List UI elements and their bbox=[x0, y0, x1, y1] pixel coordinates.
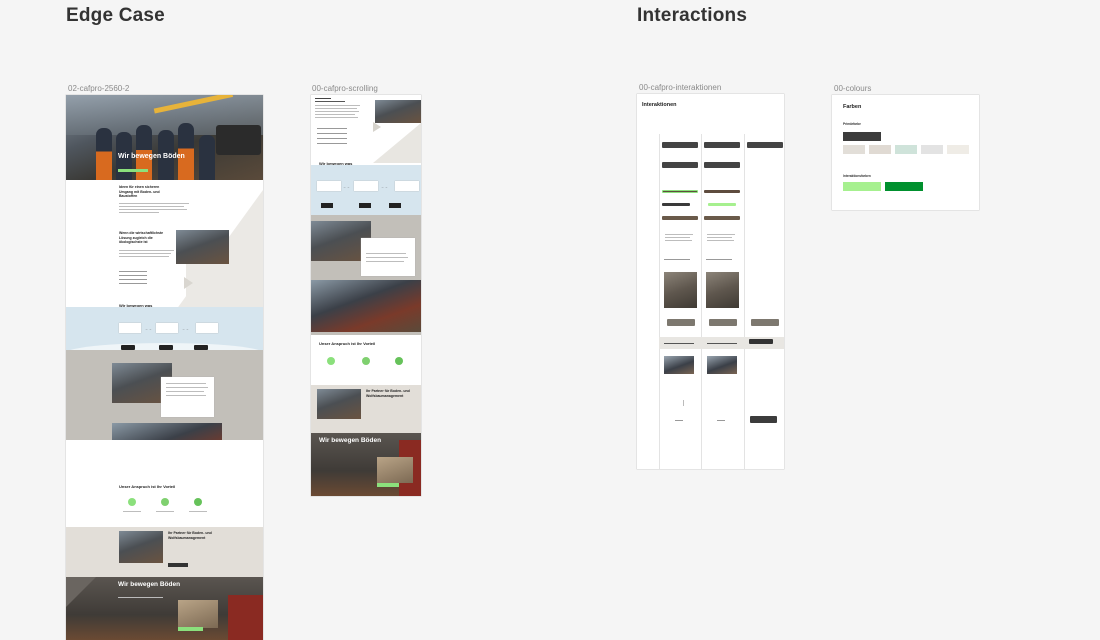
frame-label-scrolling[interactable]: 00-cafpro-scrolling bbox=[312, 84, 378, 93]
swatch-primary[interactable] bbox=[843, 132, 881, 141]
economy-heading: Wenn die wirtschaftlichste Lösung zuglei… bbox=[119, 231, 164, 244]
partner-button[interactable] bbox=[168, 563, 188, 567]
scroll-partner-heading: Ihr Partner für Boden- und Wolfsbaumanag… bbox=[366, 389, 410, 398]
button-hover-2[interactable] bbox=[704, 162, 740, 168]
tile-image-2[interactable] bbox=[706, 272, 739, 308]
section-title-interactions: Interactions bbox=[637, 5, 748, 26]
button-default-1[interactable] bbox=[662, 142, 698, 148]
interactions-title: Interaktionen bbox=[642, 102, 677, 108]
swatch-interaction-dark[interactable] bbox=[885, 182, 923, 191]
section-title-edge-case: Edge Case bbox=[66, 5, 165, 26]
primary-colour-label: Primärfarbe bbox=[843, 122, 861, 126]
footer-photo bbox=[178, 600, 218, 628]
swatch-secondary-4[interactable] bbox=[921, 145, 943, 154]
button-default-2[interactable] bbox=[662, 162, 698, 168]
swatch-secondary-5[interactable] bbox=[947, 145, 969, 154]
frame-label-edge[interactable]: 02-cafpro-2560-2 bbox=[68, 84, 129, 93]
scroll-claim-heading: Unser Anspruch ist Ihr Vorteil bbox=[319, 341, 376, 346]
cloud-icon bbox=[161, 498, 169, 506]
scroll-footer-button[interactable] bbox=[377, 483, 399, 487]
partner-heading: Ihr Partner für Boden- und Wolfsbaumanag… bbox=[168, 531, 212, 540]
button-hover-1[interactable] bbox=[704, 142, 740, 148]
swatch-interaction-light[interactable] bbox=[843, 182, 881, 191]
tile-image-1[interactable] bbox=[664, 272, 697, 308]
scroll-photo-top bbox=[375, 100, 421, 123]
claim-heading: Unser Anspruch ist Ihr Vorteil bbox=[119, 484, 176, 489]
footer-title: Wir bewegen Böden bbox=[118, 581, 181, 588]
frame-colours[interactable]: Farben Primärfarbe Interaktionsfarben bbox=[832, 95, 979, 210]
tile-button-1[interactable] bbox=[667, 319, 695, 326]
hero-cta-button[interactable] bbox=[118, 169, 148, 172]
tile-button-2[interactable] bbox=[709, 319, 737, 326]
process-card-3 bbox=[196, 323, 218, 333]
lightbulb-icon bbox=[128, 498, 136, 506]
footer-button[interactable] bbox=[178, 627, 203, 631]
scroll-cloud-icon bbox=[362, 357, 370, 365]
frame-label-colours[interactable]: 00-colours bbox=[834, 84, 871, 93]
scroll-lightbulb-icon bbox=[327, 357, 335, 365]
swatch-secondary-3[interactable] bbox=[895, 145, 917, 154]
partner-band bbox=[66, 527, 263, 577]
tile-button-3[interactable] bbox=[751, 319, 779, 326]
button-active-1[interactable] bbox=[747, 142, 783, 148]
swatch-secondary-1[interactable] bbox=[843, 145, 865, 154]
gallery-image-1[interactable] bbox=[664, 356, 694, 374]
submit-button-active[interactable] bbox=[750, 416, 777, 423]
recycle-icon bbox=[194, 498, 202, 506]
scroll-recycle-icon bbox=[395, 357, 403, 365]
hero-title: Wir bewegen Böden bbox=[118, 153, 185, 160]
frame-interactions[interactable]: Interaktionen bbox=[637, 94, 784, 469]
scroll-partner-photo bbox=[317, 389, 361, 419]
swatch-secondary-2[interactable] bbox=[869, 145, 891, 154]
interaction-colours-label: Interaktionsfarben bbox=[843, 174, 871, 178]
gallery-image-2[interactable] bbox=[707, 356, 737, 374]
partner-photo bbox=[119, 531, 163, 563]
colours-title: Farben bbox=[843, 104, 862, 110]
process-card-1 bbox=[119, 323, 141, 333]
frame-label-interactions[interactable]: 00-cafpro-interaktionen bbox=[639, 83, 721, 92]
scroll-story-photo-2 bbox=[311, 280, 421, 332]
hero-image bbox=[66, 95, 263, 180]
process-card-2 bbox=[156, 323, 178, 333]
team-photo bbox=[176, 230, 229, 264]
frame-scrolling[interactable]: Wir bewegen was → → → → Unser Anspruch i… bbox=[311, 95, 421, 496]
intro-heading: Ideen für einen sicheren Umgang mit Bode… bbox=[119, 185, 160, 198]
scroll-footer-title: Wir bewegen Böden bbox=[319, 437, 382, 444]
frame-edge-case[interactable]: Wir bewegen Böden Ideen für einen sicher… bbox=[66, 95, 263, 640]
